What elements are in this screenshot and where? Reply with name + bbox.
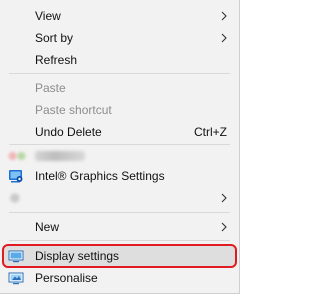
chevron-right-icon — [221, 11, 227, 21]
menu-item-label: Undo Delete — [35, 125, 102, 139]
menu-item-new[interactable]: New — [0, 216, 239, 238]
chevron-right-icon — [221, 222, 227, 232]
menu-item-blurred-submenu[interactable] — [0, 187, 239, 209]
menu-separator — [9, 73, 230, 74]
personalise-icon — [8, 272, 24, 285]
blurred-app-icon — [6, 149, 28, 163]
menu-item-paste-shortcut: Paste shortcut — [0, 99, 239, 121]
menu-item-view[interactable]: View — [0, 5, 239, 27]
intel-graphics-icon — [9, 170, 23, 183]
chevron-right-icon — [221, 33, 227, 43]
menu-item-undo-delete[interactable]: Undo Delete Ctrl+Z — [0, 121, 239, 143]
menu-item-label: Display settings — [35, 249, 120, 263]
menu-item-display-settings[interactable]: Display settings — [0, 245, 239, 267]
menu-separator — [9, 240, 230, 241]
display-icon — [8, 250, 24, 263]
menu-item-blurred[interactable] — [0, 145, 239, 167]
menu-separator — [9, 212, 230, 213]
menu-item-label: Personalise — [35, 271, 98, 285]
menu-item-sort-by[interactable]: Sort by — [0, 27, 239, 49]
menu-item-label: New — [35, 220, 60, 234]
menu-item-refresh[interactable]: Refresh — [0, 49, 239, 71]
menu-item-paste: Paste — [0, 77, 239, 99]
blurred-app-icon — [6, 191, 28, 205]
menu-item-label: View — [35, 9, 61, 23]
blurred-label — [35, 151, 85, 161]
menu-item-label: Paste shortcut — [35, 103, 112, 117]
chevron-right-icon — [221, 193, 227, 203]
menu-item-label: Paste — [35, 81, 66, 95]
context-menu: View Sort by Refresh Paste Paste shortcu… — [0, 0, 240, 294]
menu-item-label: Sort by — [35, 31, 74, 45]
menu-item-label: Refresh — [35, 53, 78, 67]
menu-item-label: Intel® Graphics Settings — [35, 169, 165, 183]
menu-item-intel-graphics-settings[interactable]: Intel® Graphics Settings — [0, 165, 239, 187]
shortcut-text: Ctrl+Z — [194, 125, 227, 139]
menu-item-personalise[interactable]: Personalise — [0, 267, 239, 289]
